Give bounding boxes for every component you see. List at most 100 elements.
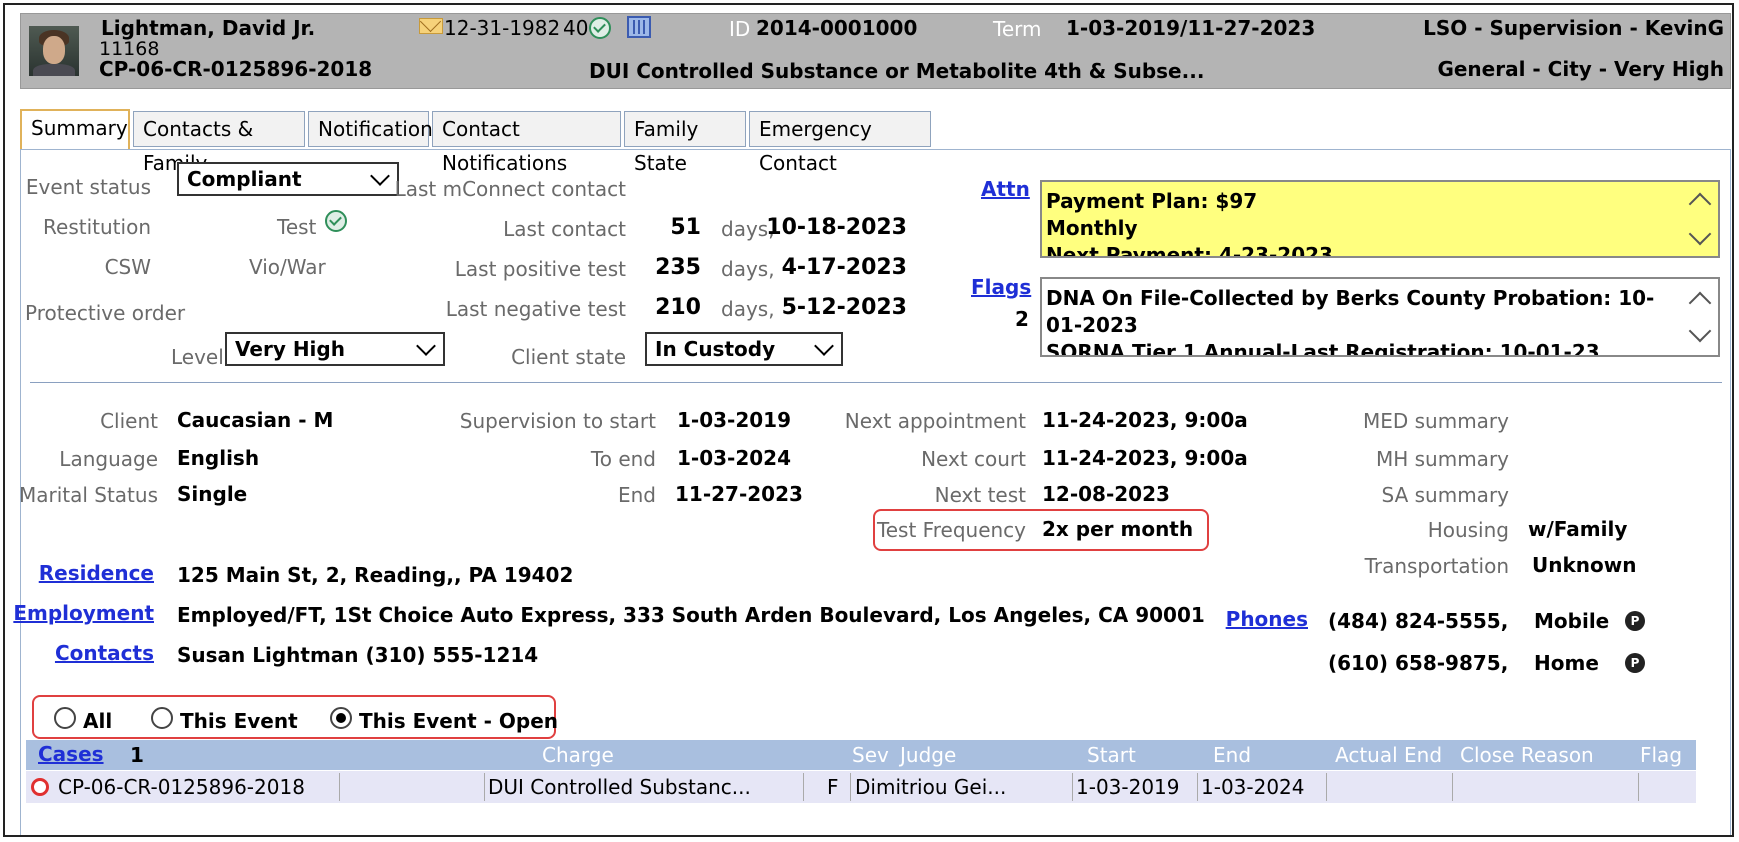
days-unit: days, xyxy=(721,257,775,281)
table-row[interactable]: CP-06-CR-0125896-2018 DUI Controlled Sub… xyxy=(26,771,1696,803)
csw-label: CSW xyxy=(104,255,151,279)
residence-value: 125 Main St, 2, Reading,, PA 19402 xyxy=(177,563,574,587)
event-status-label: Event status xyxy=(25,175,151,199)
level-select[interactable]: Very High xyxy=(225,332,445,366)
section-divider xyxy=(30,382,1722,383)
tab-summary[interactable]: Summary xyxy=(20,109,130,149)
residence-link[interactable]: Residence xyxy=(39,561,154,585)
scroll-down-icon[interactable] xyxy=(1688,222,1712,246)
last-mconnect-label: Last mConnect contact xyxy=(394,177,626,201)
filter-all-radio[interactable] xyxy=(54,707,76,729)
primary-phone-icon[interactable]: P xyxy=(1625,653,1645,673)
term-label: Term xyxy=(993,17,1042,41)
contacts-value: Susan Lightman (310) 555-1214 xyxy=(177,643,539,667)
row-case-number[interactable]: CP-06-CR-0125896-2018 xyxy=(58,775,305,799)
column-end[interactable]: End xyxy=(1213,743,1251,767)
next-court-value: 11-24-2023, 9:00a xyxy=(1042,446,1248,470)
flags-textbox[interactable]: DNA On File-Collected by Berks County Pr… xyxy=(1040,277,1720,357)
to-end-value: 1-03-2024 xyxy=(677,446,792,470)
tab-contacts-family[interactable]: Contacts & Family xyxy=(133,111,305,175)
column-flag[interactable]: Flag xyxy=(1640,743,1682,767)
column-judge[interactable]: Judge xyxy=(900,743,956,767)
filter-this-event-open-label[interactable]: This Event - Open xyxy=(359,709,558,733)
tab-notifications[interactable]: Notifications xyxy=(308,111,443,147)
filter-this-event-radio[interactable] xyxy=(151,707,173,729)
last-negative-test-days: 210 xyxy=(655,295,701,320)
envelope-icon[interactable] xyxy=(419,10,443,34)
date-of-birth: 12-31-1982 xyxy=(444,16,561,40)
client-summary-window: Lightman, David Jr. 11168 CP-06-CR-01258… xyxy=(3,3,1734,837)
test-frequency-value: 2x per month xyxy=(1042,517,1194,541)
check-circle-icon[interactable] xyxy=(325,210,347,232)
supervision-category: General - City - Very High xyxy=(1437,57,1724,81)
level-value: Very High xyxy=(235,337,345,361)
vio-war-label: Vio/War xyxy=(249,255,326,279)
phone-2: (610) 658-9875, xyxy=(1328,651,1509,675)
row-start: 1-03-2019 xyxy=(1076,775,1180,799)
client-label: Client xyxy=(100,409,158,433)
red-ring-icon xyxy=(31,778,49,796)
attn-link[interactable]: Attn xyxy=(981,177,1030,201)
column-close-reason[interactable]: Close Reason xyxy=(1460,743,1594,767)
phones-link[interactable]: Phones xyxy=(1226,607,1308,631)
case-number: CP-06-CR-0125896-2018 xyxy=(99,57,373,81)
client-header: Lightman, David Jr. 11168 CP-06-CR-01258… xyxy=(20,10,1731,89)
end-label: End xyxy=(617,483,656,507)
barcode-icon[interactable] xyxy=(627,16,651,38)
attn-text: Payment Plan: $97 Monthly Next Payment: … xyxy=(1046,189,1333,258)
row-sev: F xyxy=(827,775,839,799)
chevron-down-icon xyxy=(416,336,436,356)
client-state-select[interactable]: In Custody xyxy=(645,332,843,366)
event-status-value: Compliant xyxy=(187,167,302,191)
housing-value: w/Family xyxy=(1528,517,1628,541)
id-label: ID xyxy=(729,17,751,41)
supervision-start-label: Supervision to start xyxy=(459,409,656,433)
check-circle-icon[interactable] xyxy=(589,17,611,39)
test-label: Test xyxy=(277,215,317,239)
scroll-up-icon[interactable] xyxy=(1688,192,1712,216)
chevron-down-icon xyxy=(814,336,834,356)
med-summary-label: MED summary xyxy=(1362,409,1509,433)
last-contact-label: Last contact xyxy=(503,217,626,241)
column-sev[interactable]: Sev xyxy=(852,743,889,767)
scroll-down-icon[interactable] xyxy=(1688,319,1712,343)
cases-table-header: Cases 1 Charge Sev Judge Start End Actua… xyxy=(26,740,1696,770)
column-actual-end[interactable]: Actual End xyxy=(1335,743,1442,767)
event-status-select[interactable]: Compliant xyxy=(177,162,399,196)
employment-value: Employed/FT, 1St Choice Auto Express, 33… xyxy=(177,603,1205,627)
mh-summary-label: MH summary xyxy=(1375,447,1509,471)
level-label: Level xyxy=(171,345,224,369)
id-value: 2014-0001000 xyxy=(756,16,918,40)
primary-phone-icon[interactable]: P xyxy=(1625,611,1645,631)
next-appointment-value: 11-24-2023, 9:00a xyxy=(1042,408,1248,432)
next-appointment-label: Next appointment xyxy=(844,409,1026,433)
housing-label: Housing xyxy=(1427,518,1509,542)
term-value: 1-03-2019/11-27-2023 xyxy=(1066,16,1316,40)
restitution-label: Restitution xyxy=(43,215,151,239)
cases-link[interactable]: Cases xyxy=(38,742,104,766)
phone-1: (484) 824-5555, xyxy=(1328,609,1509,633)
filter-this-event-label[interactable]: This Event xyxy=(180,709,298,733)
end-value: 11-27-2023 xyxy=(675,482,803,506)
filter-this-event-open-radio[interactable] xyxy=(330,707,352,729)
tab-family-state[interactable]: Family State xyxy=(624,111,746,175)
tab-contact-notifications[interactable]: Contact Notifications xyxy=(432,111,621,175)
transportation-label: Transportation xyxy=(1364,554,1509,578)
supervision-start-value: 1-03-2019 xyxy=(677,408,792,432)
protective-order-label: Protective order xyxy=(25,301,186,325)
employment-link[interactable]: Employment xyxy=(13,601,154,625)
filter-all-label[interactable]: All xyxy=(83,709,112,733)
row-judge: Dimitriou Gei... xyxy=(855,775,1007,799)
flags-link[interactable]: Flags xyxy=(971,275,1031,299)
chevron-down-icon xyxy=(370,166,390,186)
attn-textbox[interactable]: Payment Plan: $97 Monthly Next Payment: … xyxy=(1040,180,1720,258)
column-start[interactable]: Start xyxy=(1087,743,1136,767)
column-charge[interactable]: Charge xyxy=(542,743,614,767)
last-negative-test-date: 5-12-2023 xyxy=(781,295,907,320)
next-test-label: Next test xyxy=(934,483,1026,507)
marital-status-label: Marital Status xyxy=(18,483,158,507)
next-test-value: 12-08-2023 xyxy=(1042,482,1170,506)
contacts-link[interactable]: Contacts xyxy=(55,641,154,665)
tab-emergency-contact[interactable]: Emergency Contact xyxy=(749,111,931,175)
scroll-up-icon[interactable] xyxy=(1688,291,1712,315)
